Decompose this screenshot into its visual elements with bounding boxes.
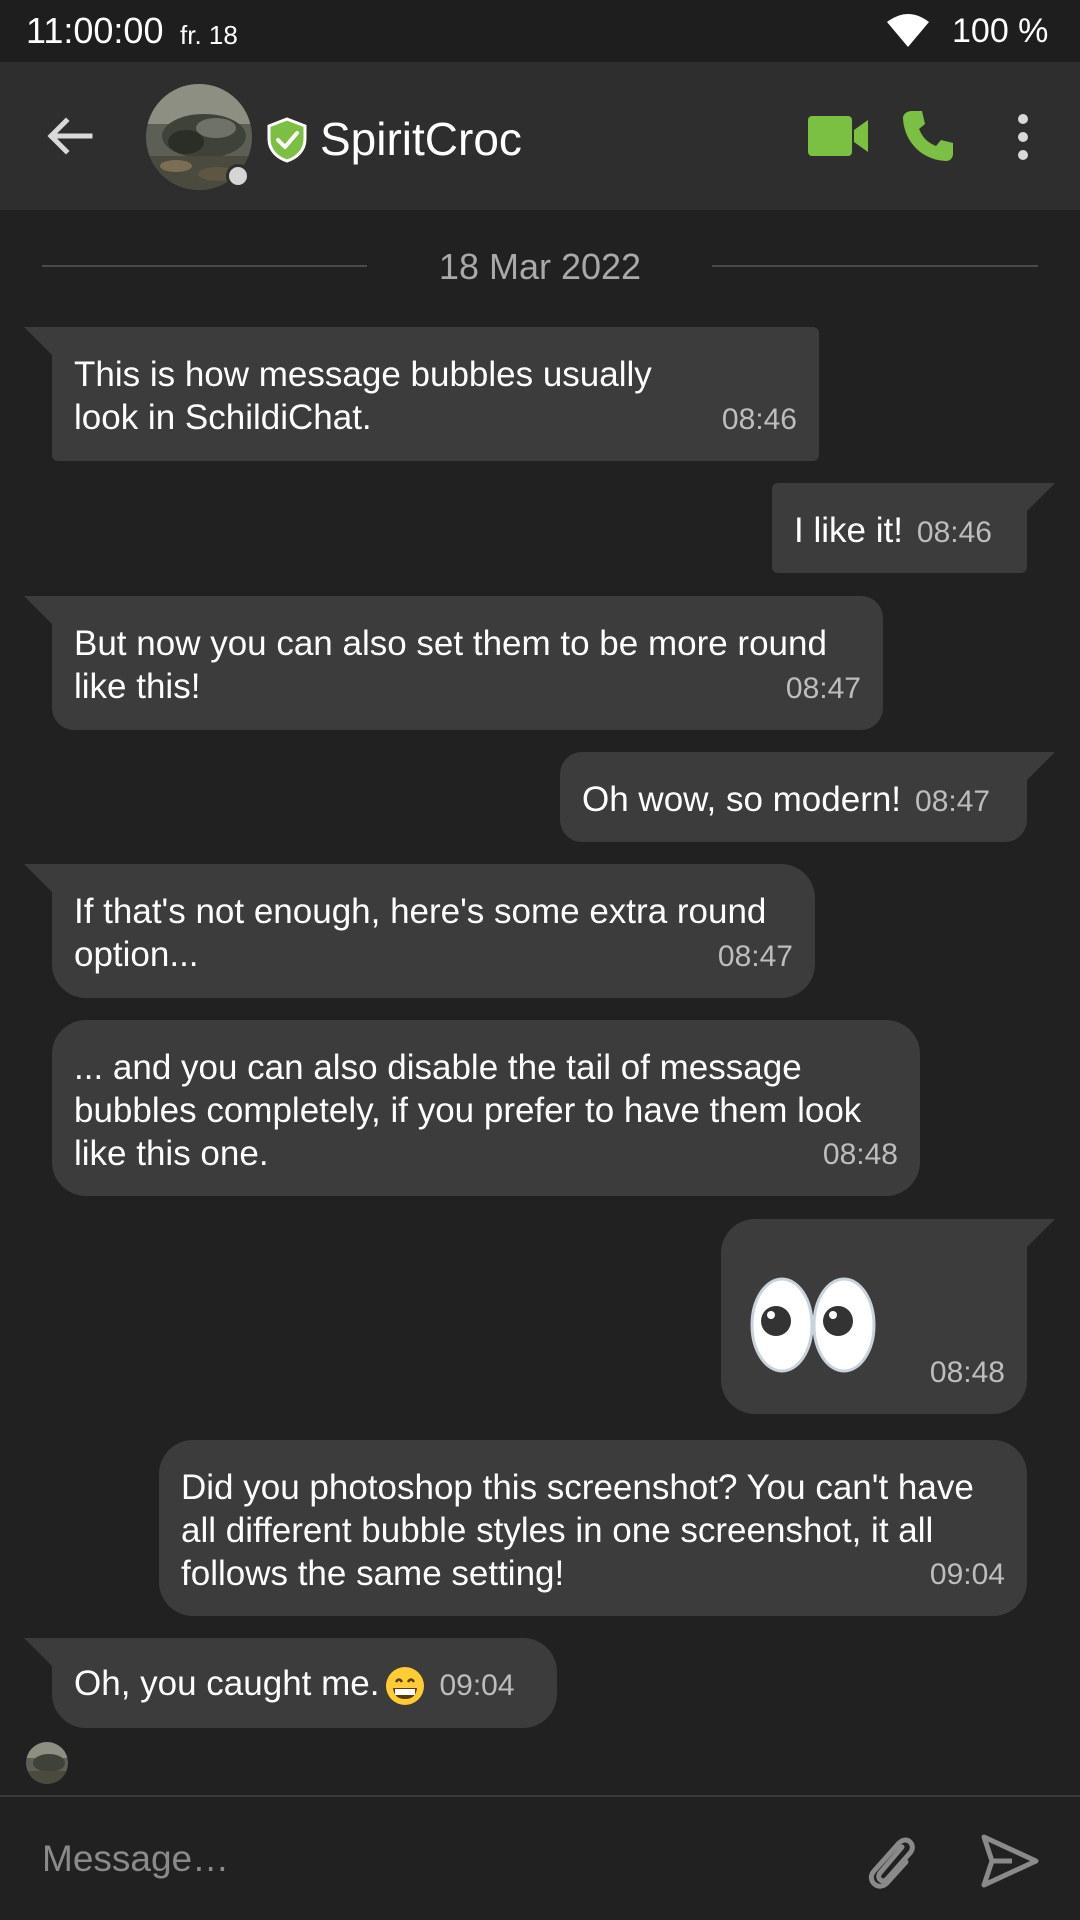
eyes-emoji [750,1277,876,1373]
bubble-tail [1027,483,1055,511]
message-input[interactable] [40,1827,820,1891]
message-timestamp: 09:04 [929,1558,1005,1591]
avatar-image [26,1742,68,1784]
message-bubble[interactable]: Did you photoshop this screenshot? You c… [159,1440,1027,1616]
presence-indicator [226,164,250,188]
bubble-tail [1027,1219,1055,1247]
message-text: But now you can also set them to be more… [74,624,827,706]
message-bubble[interactable]: If that's not enough, here's some extra … [52,864,815,998]
bubble-tail [1027,752,1055,780]
bubble-tail [24,1638,52,1666]
message-text: This is how message bubbles usually look… [74,355,652,437]
arrow-left-icon[interactable] [44,111,94,161]
message-bubble[interactable]: Oh wow, so modern! 08:47 [560,752,1027,842]
message-bubble[interactable]: Oh, you caught me. 09:04 [52,1638,557,1728]
bubble-tail [24,596,52,624]
room-name[interactable]: SpiritCroc [320,112,522,166]
message-timestamp: 08:46 [916,516,992,549]
message-timestamp: 09:04 [439,1669,515,1702]
grinning-emoji [386,1666,425,1705]
wifi-icon [887,14,929,47]
message-timestamp: 08:48 [929,1356,1005,1389]
date-separator: 18 Mar 2022 [438,246,642,287]
message-bubble[interactable]: This is how message bubbles usually look… [52,327,819,461]
message-timestamp: 08:47 [915,785,991,818]
bubble-tail [24,327,52,355]
message-text: Oh wow, so modern! [582,780,902,819]
message-text: Oh, you caught me. [74,1664,380,1703]
read-receipt-avatar[interactable] [26,1742,68,1784]
message-bubble[interactable]: I like it! 08:46 [772,483,1027,573]
bubble-tail [24,864,52,892]
message-text: If that's not enough, here's some extra … [74,892,767,974]
message-bubble[interactable]: ... and you can also disable the tail of… [52,1020,920,1196]
message-composer [0,1795,1080,1920]
status-date: fr. 18 [180,20,238,50]
more-vertical-icon[interactable] [1006,112,1040,162]
message-timestamp: 08:48 [822,1138,898,1171]
send-icon[interactable] [980,1833,1040,1889]
room-toolbar: SpiritCroc [0,62,1080,210]
message-text: ... and you can also disable the tail of… [74,1048,862,1173]
message-timestamp: 08:47 [717,940,793,973]
message-text: I like it! [794,511,903,550]
battery-level: 100 % [952,12,1049,50]
video-camera-icon[interactable] [806,114,870,158]
status-time: 11:00:00 [26,10,164,51]
message-timestamp: 08:47 [785,672,861,705]
message-timestamp: 08:46 [721,403,797,436]
message-bubble[interactable]: But now you can also set them to be more… [52,596,883,730]
shield-check-icon [267,117,307,163]
phone-icon[interactable] [900,108,956,164]
message-text: Did you photoshop this screenshot? You c… [181,1468,974,1593]
status-bar: 11:00:00 fr. 18 100 % [0,0,1080,62]
paperclip-icon[interactable] [862,1827,918,1893]
